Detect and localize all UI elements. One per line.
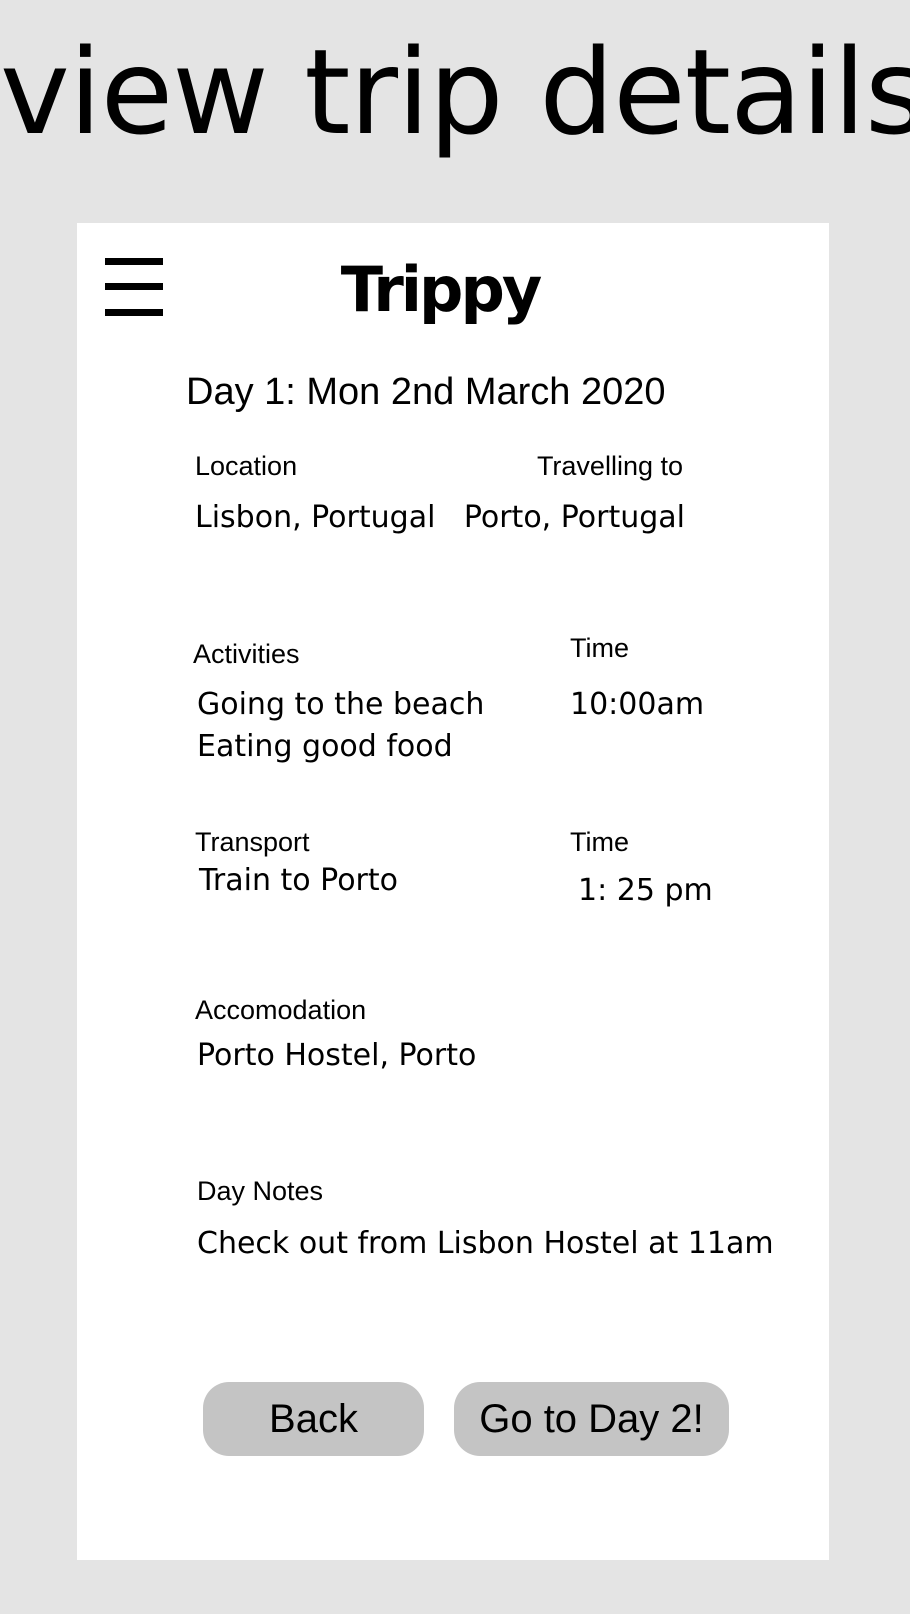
- day-title: Day 1: Mon 2nd March 2020: [186, 371, 666, 413]
- day-notes-label: Day Notes: [197, 1176, 324, 1206]
- travelling-to-label: Travelling to: [536, 451, 683, 481]
- transport-value: Train to Porto: [199, 863, 398, 898]
- activities-label: Activities: [193, 639, 300, 669]
- accommodation-label: Accomodation: [195, 995, 367, 1025]
- accommodation-value: Porto Hostel, Porto: [197, 1038, 477, 1073]
- travelling-to-value: Porto, Portugal: [463, 500, 685, 535]
- location-label: Location: [195, 451, 298, 481]
- phone-screen-card: [77, 223, 829, 1560]
- app-title: Trippy: [340, 253, 543, 326]
- location-value: Lisbon, Portugal: [195, 500, 436, 535]
- page-heading: view trip details: [0, 23, 910, 161]
- back-button[interactable]: Back: [203, 1382, 424, 1456]
- hamburger-menu-icon[interactable]: [105, 258, 163, 316]
- activities-time-label: Time: [570, 633, 629, 663]
- transport-time-value: 1: 25 pm: [578, 873, 713, 908]
- activity-item: Eating good food: [197, 729, 453, 764]
- next-day-button[interactable]: Go to Day 2!: [454, 1382, 729, 1456]
- activity-item: Going to the beach: [197, 687, 485, 722]
- transport-time-label: Time: [570, 827, 629, 857]
- day-notes-value: Check out from Lisbon Hostel at 11am: [197, 1226, 774, 1261]
- transport-label: Transport: [195, 827, 310, 857]
- activities-time-value: 10:00am: [570, 687, 705, 722]
